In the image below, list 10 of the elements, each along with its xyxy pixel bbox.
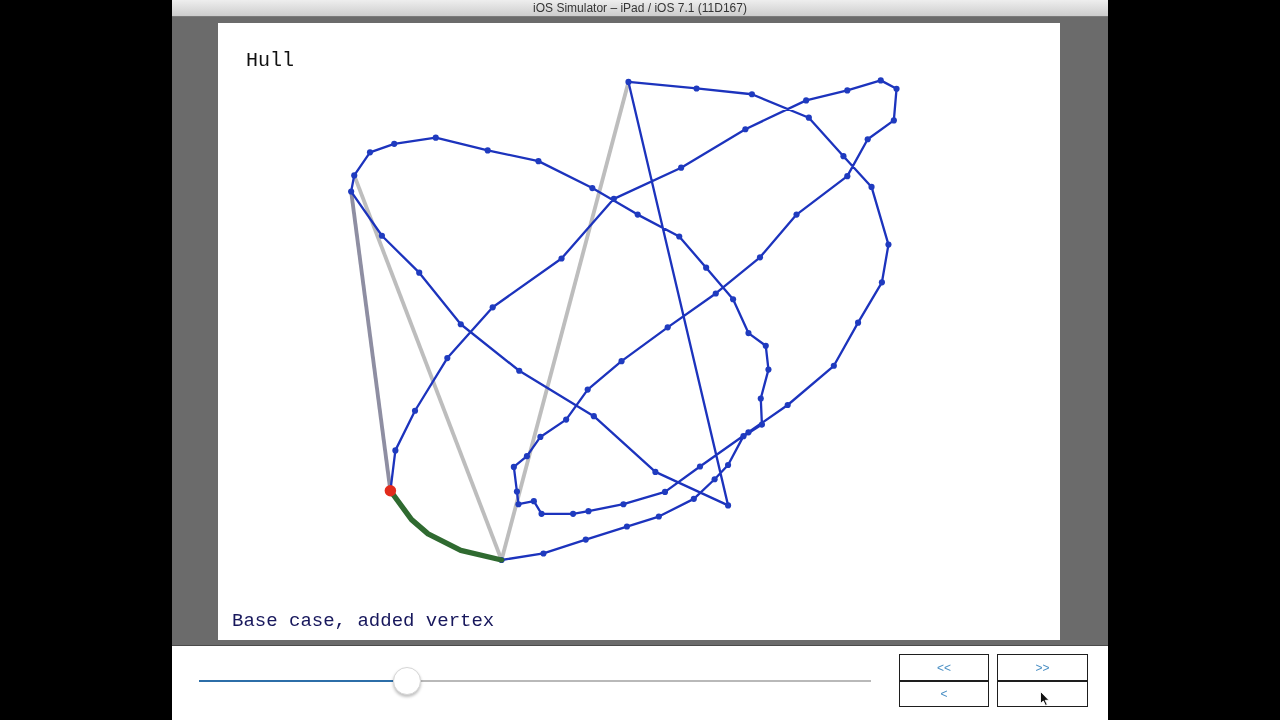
step-button[interactable]: >> [997, 654, 1088, 681]
status-caption: Base case, added vertex [232, 610, 495, 632]
step-button[interactable]: << [899, 654, 989, 681]
slider-thumb[interactable] [393, 667, 422, 695]
window-title: iOS Simulator – iPad / iOS 7.1 (11D167) [533, 1, 747, 15]
vertex-marker-icon [384, 485, 397, 497]
step-button[interactable] [997, 681, 1088, 707]
step-button[interactable]: < [899, 681, 989, 707]
pointer-cursor-icon [1040, 691, 1050, 706]
canvas-title: Hull [246, 49, 294, 73]
